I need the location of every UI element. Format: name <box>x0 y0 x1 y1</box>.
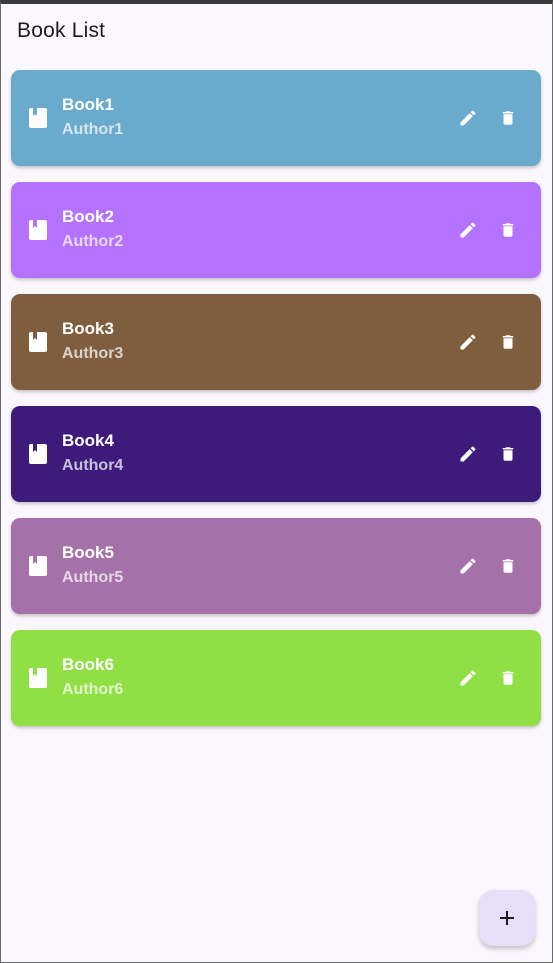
book-title: Book1 <box>62 95 114 114</box>
page-title: Book List <box>17 19 106 42</box>
app-bar: Book List <box>1 4 552 58</box>
pencil-icon <box>460 110 476 126</box>
book-title: Book2 <box>62 207 114 226</box>
book-icon <box>29 444 47 464</box>
book-title: Book4 <box>62 431 114 450</box>
book-icon <box>29 220 47 240</box>
book-author: Author3 <box>62 345 124 362</box>
book-card-2[interactable]: Book2 Author2 <box>11 182 541 278</box>
trash-icon <box>502 223 514 237</box>
book-card-1[interactable]: Book1 Author1 <box>11 70 541 166</box>
book-author: Author6 <box>62 681 124 698</box>
book-card-3[interactable]: Book3 Author3 <box>11 294 541 390</box>
edit-button[interactable] <box>453 551 483 581</box>
book-title: Book6 <box>62 655 114 674</box>
book-card-6[interactable]: Book6 Author6 <box>11 630 541 726</box>
edit-button[interactable] <box>453 439 483 469</box>
pencil-icon <box>460 222 476 238</box>
pencil-icon <box>460 558 476 574</box>
delete-button[interactable] <box>493 663 523 693</box>
book-title: Book3 <box>62 319 114 338</box>
edit-button[interactable] <box>453 663 483 693</box>
book-author: Author2 <box>62 233 124 250</box>
book-author: Author5 <box>62 569 124 586</box>
add-book-button[interactable] <box>479 890 535 946</box>
edit-button[interactable] <box>453 103 483 133</box>
trash-icon <box>502 335 514 349</box>
book-card-5[interactable]: Book5 Author5 <box>11 518 541 614</box>
delete-button[interactable] <box>493 551 523 581</box>
edit-button[interactable] <box>453 327 483 357</box>
trash-icon <box>502 671 514 685</box>
delete-button[interactable] <box>493 103 523 133</box>
book-icon <box>29 108 47 128</box>
book-icon <box>29 668 47 688</box>
trash-icon <box>502 447 514 461</box>
pencil-icon <box>460 446 476 462</box>
delete-button[interactable] <box>493 439 523 469</box>
book-title: Book5 <box>62 543 114 562</box>
book-icon <box>29 556 47 576</box>
pencil-icon <box>460 334 476 350</box>
pencil-icon <box>460 670 476 686</box>
book-author: Author1 <box>62 121 124 138</box>
delete-button[interactable] <box>493 327 523 357</box>
delete-button[interactable] <box>493 215 523 245</box>
trash-icon <box>502 559 514 573</box>
app-window: Book List Book1 Author1 Book2 Author2 Bo… <box>0 0 553 963</box>
book-card-4[interactable]: Book4 Author4 <box>11 406 541 502</box>
book-list: Book1 Author1 Book2 Author2 Book3 Author… <box>11 70 541 742</box>
book-author: Author4 <box>62 457 124 474</box>
book-icon <box>29 332 47 352</box>
plus-icon <box>500 911 514 925</box>
edit-button[interactable] <box>453 215 483 245</box>
trash-icon <box>502 111 514 125</box>
